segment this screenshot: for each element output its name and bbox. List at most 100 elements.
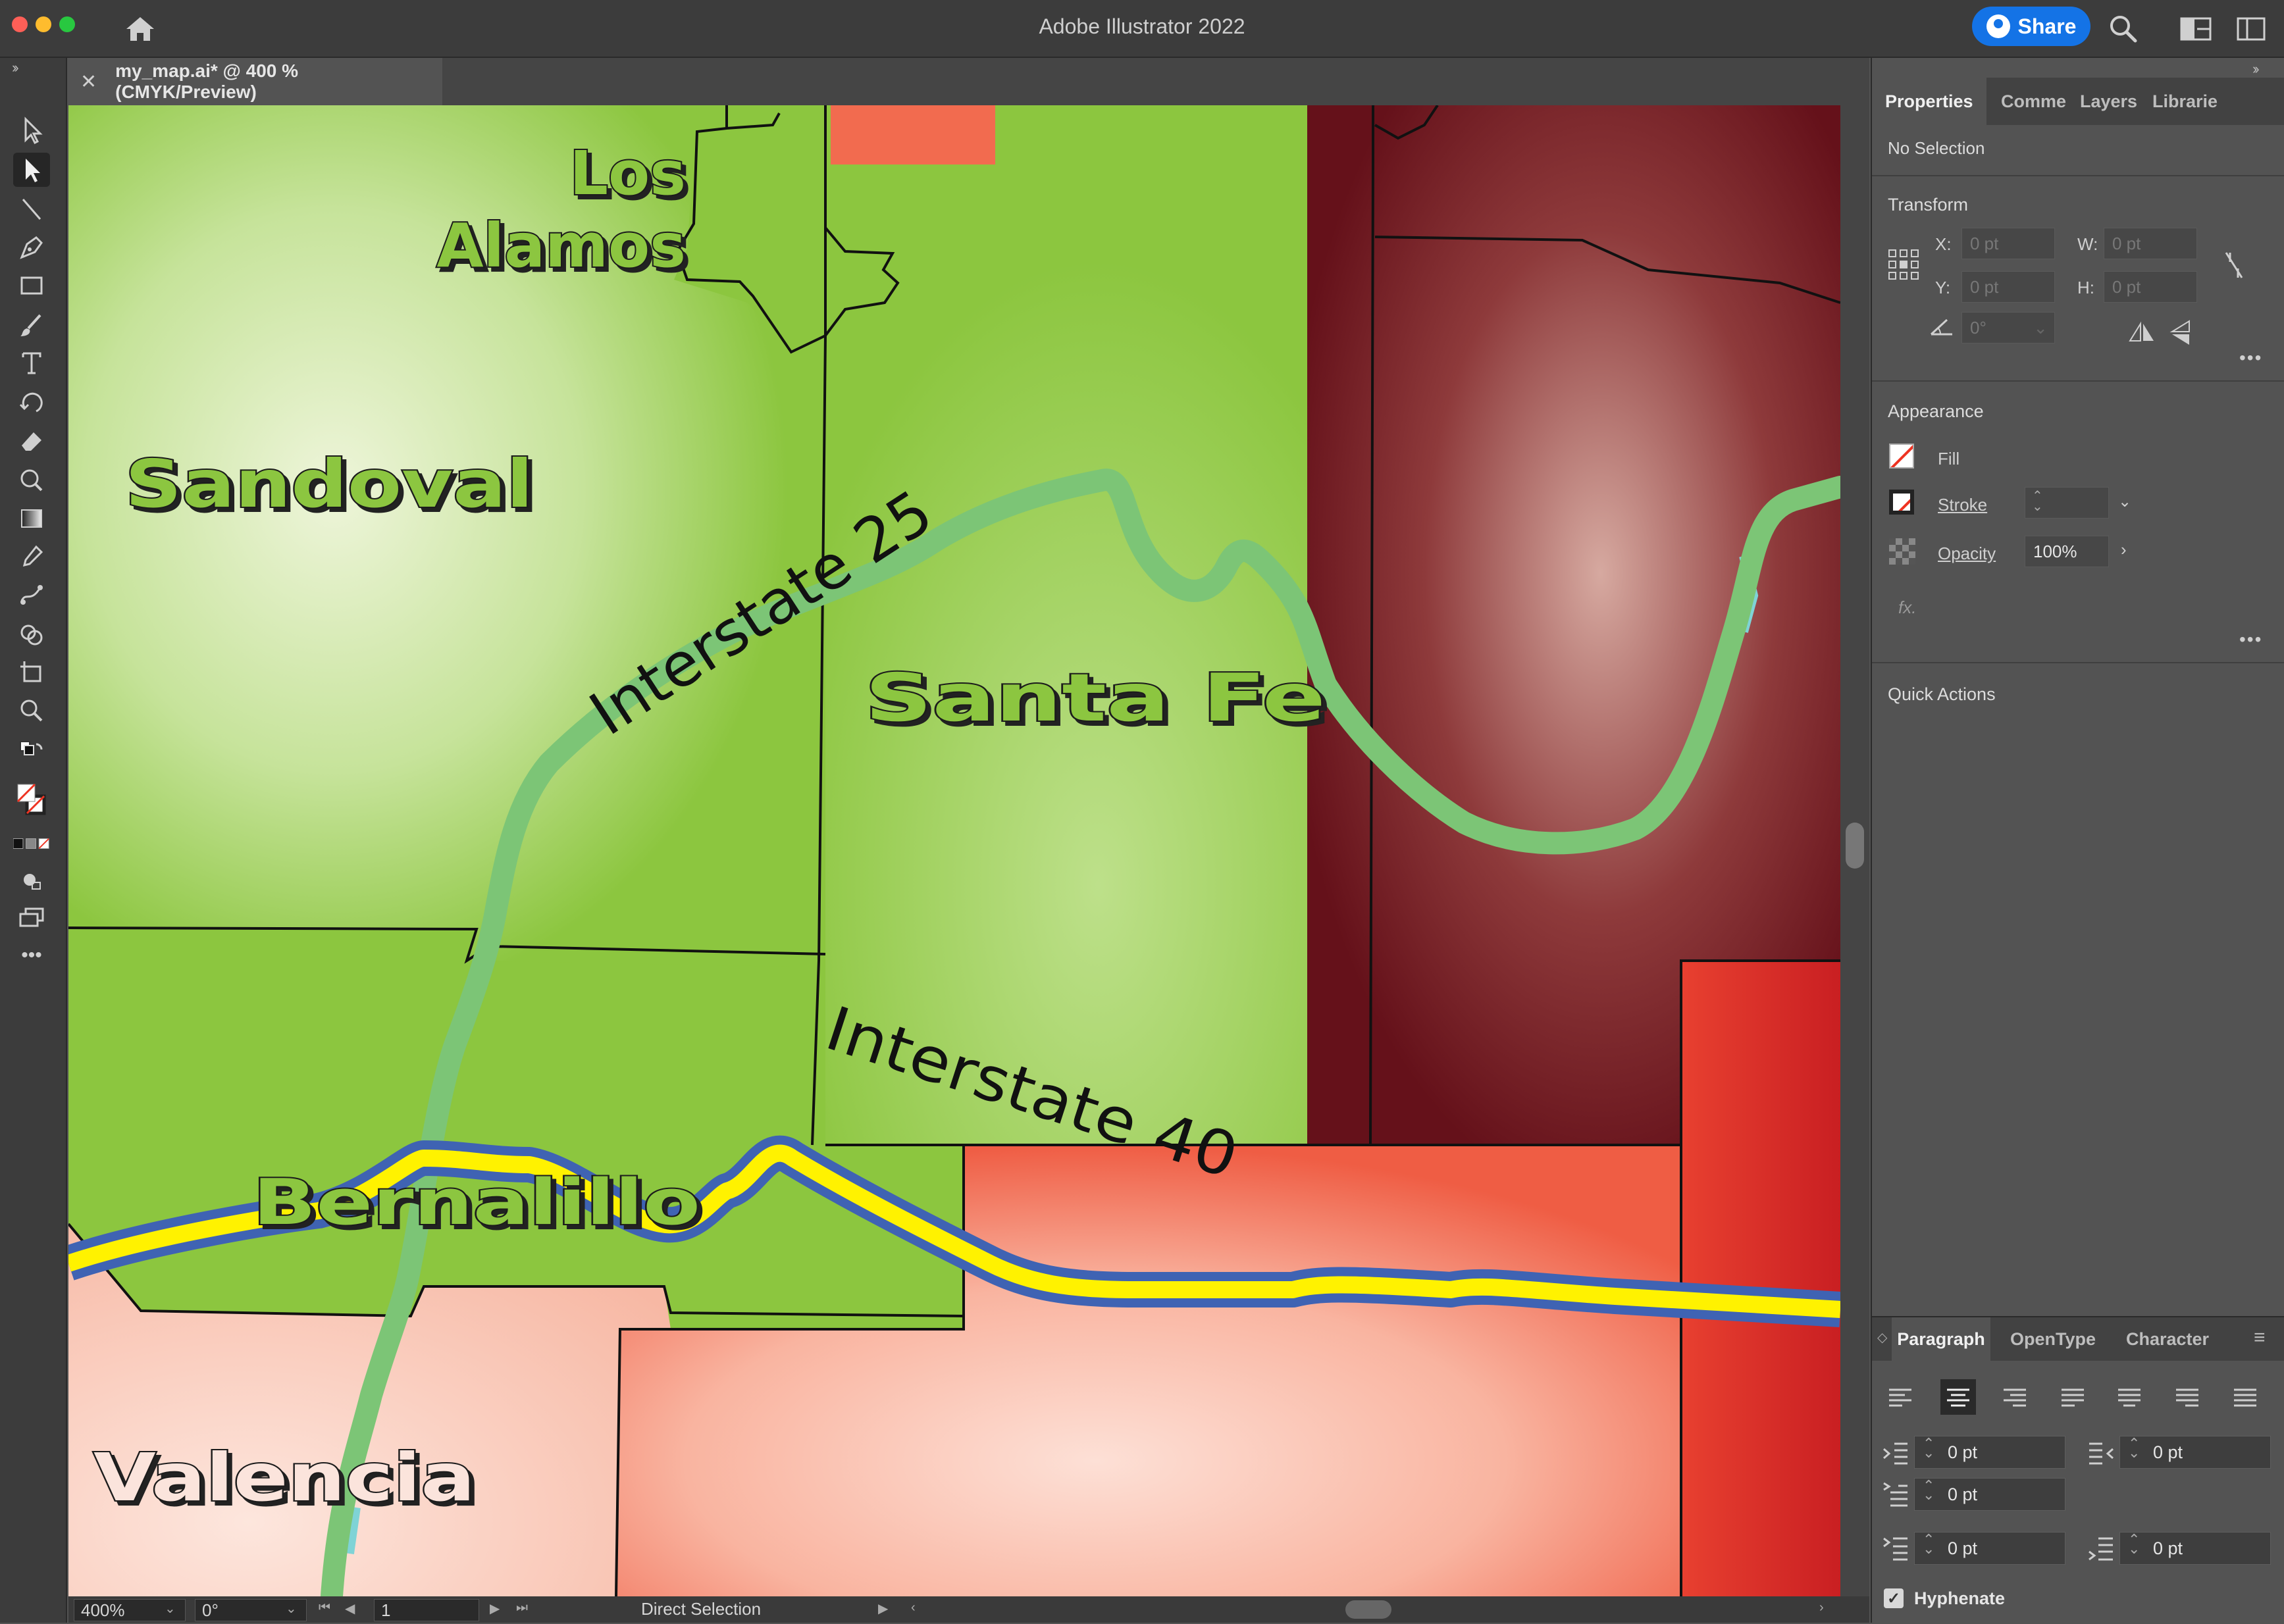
justify-all-button[interactable] xyxy=(2227,1379,2263,1415)
tab-opentype[interactable]: OpenType xyxy=(2010,1317,2096,1361)
rotation-dropdown-icon[interactable]: ⌄ xyxy=(286,1600,297,1617)
artboard-number-field[interactable]: 1 xyxy=(374,1599,479,1621)
drawing-modes[interactable] xyxy=(13,863,50,898)
scroll-right-icon[interactable]: › xyxy=(1819,1600,1824,1615)
vertical-scroll-thumb[interactable] xyxy=(1846,823,1864,869)
stroke-down-icon[interactable]: ⌄ xyxy=(2032,498,2043,515)
tool-type[interactable] xyxy=(13,346,50,380)
left-indent-field[interactable]: 0 pt xyxy=(1914,1435,2065,1469)
screen-mode-icon xyxy=(19,907,44,927)
tab-libraries[interactable]: Librarie xyxy=(2152,78,2218,125)
opacity-expand-icon[interactable]: › xyxy=(2121,540,2127,560)
justify-left-button[interactable] xyxy=(2055,1379,2090,1415)
tool-zoom[interactable] xyxy=(13,694,50,728)
collapse-toolbar-icon[interactable]: ›› xyxy=(12,59,18,76)
transform-more-icon[interactable]: ••• xyxy=(2239,347,2262,368)
align-left-button[interactable] xyxy=(1882,1379,1918,1415)
reference-point-icon[interactable] xyxy=(1888,249,1919,280)
close-tab-icon[interactable]: ✕ xyxy=(80,70,97,93)
status-menu-icon[interactable]: ▶ xyxy=(878,1600,888,1617)
justify-right-button[interactable] xyxy=(2169,1379,2205,1415)
color-mode-buttons[interactable] xyxy=(13,832,50,855)
zoom-dropdown-icon[interactable]: ⌄ xyxy=(165,1600,176,1617)
tool-artboard[interactable] xyxy=(13,655,50,690)
flip-horizontal-icon[interactable] xyxy=(2127,321,2156,343)
stroke-dropdown-icon[interactable]: ⌄ xyxy=(2118,492,2131,511)
justify-center-button[interactable] xyxy=(2112,1379,2147,1415)
county-rio-arriba-edge[interactable] xyxy=(831,105,995,165)
next-artboard-icon[interactable]: ▶ xyxy=(490,1600,500,1617)
search-icon[interactable] xyxy=(2106,12,2139,45)
appearance-more-icon[interactable]: ••• xyxy=(2239,629,2262,650)
x-field[interactable]: 0 pt xyxy=(1961,228,2055,259)
fill-swatch-icon[interactable] xyxy=(1889,444,1914,469)
tool-gradient[interactable] xyxy=(13,501,50,536)
artboard-canvas[interactable]: Los Alamos Sandoval Santa Fe Bernalillo … xyxy=(68,105,1840,1596)
tool-line-segment[interactable] xyxy=(13,192,50,226)
tab-layers[interactable]: Layers xyxy=(2080,78,2137,125)
tab-comments[interactable]: Comme xyxy=(2001,78,2066,125)
workspace-switcher-icon[interactable] xyxy=(2180,16,2212,42)
panel-toggle-icon[interactable] xyxy=(2237,16,2266,42)
vertical-scrollbar[interactable] xyxy=(1840,105,1869,1596)
tool-blend[interactable] xyxy=(13,578,50,612)
share-button[interactable]: Share xyxy=(1972,7,2090,46)
effects-icon[interactable]: fx. xyxy=(1898,597,1916,618)
h-field[interactable]: 0 pt xyxy=(2104,271,2197,303)
align-center-button[interactable] xyxy=(1940,1379,1976,1415)
tool-rectangle[interactable] xyxy=(13,268,50,303)
y-label: Y: xyxy=(1935,278,1951,297)
tool-puppet-warp[interactable] xyxy=(13,462,50,496)
tool-eraser[interactable] xyxy=(13,424,50,458)
stroke-swatch-icon[interactable] xyxy=(1889,490,1914,515)
hyphenate-checkbox[interactable]: ✓ xyxy=(1884,1588,1904,1608)
fill-stroke-swatches[interactable] xyxy=(13,774,50,829)
label-los: Los xyxy=(569,138,686,209)
tool-direct-selection[interactable] xyxy=(13,153,50,187)
opacity-field[interactable]: 100% xyxy=(2025,536,2109,567)
quick-actions-title: Quick Actions xyxy=(1888,684,1996,704)
collapse-panel-icon[interactable]: ›› xyxy=(2252,61,2259,78)
swap-fill-stroke[interactable] xyxy=(13,733,50,767)
edit-toolbar-button[interactable]: ••• xyxy=(13,938,50,973)
tool-pen[interactable] xyxy=(13,230,50,265)
line-segment-icon xyxy=(22,199,41,220)
tool-shape-builder[interactable] xyxy=(13,617,50,651)
document-tab[interactable]: ✕ my_map.ai* @ 400 % (CMYK/Preview) xyxy=(67,58,442,105)
w-field[interactable]: 0 pt xyxy=(2104,228,2197,259)
last-artboard-icon[interactable]: ⏭ xyxy=(516,1600,528,1615)
horizontal-scroll-thumb[interactable] xyxy=(1345,1600,1391,1619)
pen-icon xyxy=(20,236,43,259)
space-before-field[interactable]: 0 pt xyxy=(1914,1531,2065,1565)
label-bernalillo: Bernalillo xyxy=(253,1167,700,1239)
tab-properties[interactable]: Properties xyxy=(1872,78,1986,125)
panel-collapse-icon[interactable]: ◇ xyxy=(1877,1329,1887,1346)
county-santa-fe[interactable] xyxy=(825,105,1370,1145)
first-artboard-icon[interactable]: ⏮ xyxy=(319,1600,330,1615)
map-artwork[interactable]: Los Alamos Sandoval Santa Fe Bernalillo … xyxy=(68,105,1840,1596)
right-indent-field[interactable]: 0 pt xyxy=(2119,1435,2271,1469)
tool-selection[interactable] xyxy=(13,113,50,147)
screen-mode[interactable] xyxy=(13,900,50,934)
space-after-field[interactable]: 0 pt xyxy=(2119,1531,2271,1565)
panel-menu-icon[interactable]: ≡ xyxy=(2254,1327,2266,1349)
first-line-indent-field[interactable]: 0 pt xyxy=(1914,1477,2065,1511)
tool-paintbrush[interactable] xyxy=(13,308,50,342)
stroke-label[interactable]: Stroke xyxy=(1938,495,1987,515)
flip-vertical-icon[interactable] xyxy=(2169,320,2192,346)
stroke-weight-field[interactable]: ⌃ ⌄ xyxy=(2025,487,2109,519)
tool-eyedropper[interactable] xyxy=(13,540,50,574)
county-torrance-east[interactable] xyxy=(1681,961,1840,1596)
y-field[interactable]: 0 pt xyxy=(1961,271,2055,303)
tool-rotate[interactable] xyxy=(13,386,50,420)
constrain-proportions-icon[interactable] xyxy=(2221,249,2247,282)
color-gradient-none-icon xyxy=(13,838,49,850)
rotation-angle-field[interactable]: 0° ⌄ xyxy=(1961,312,2055,343)
scroll-left-icon[interactable]: ‹ xyxy=(911,1600,916,1615)
opacity-label[interactable]: Opacity xyxy=(1938,544,1996,564)
tab-paragraph[interactable]: Paragraph xyxy=(1892,1317,1990,1361)
previous-artboard-icon[interactable]: ◀ xyxy=(345,1600,355,1617)
angle-dropdown-icon[interactable]: ⌄ xyxy=(2033,318,2048,338)
align-right-button[interactable] xyxy=(1997,1379,2033,1415)
tab-character[interactable]: Character xyxy=(2126,1317,2209,1361)
